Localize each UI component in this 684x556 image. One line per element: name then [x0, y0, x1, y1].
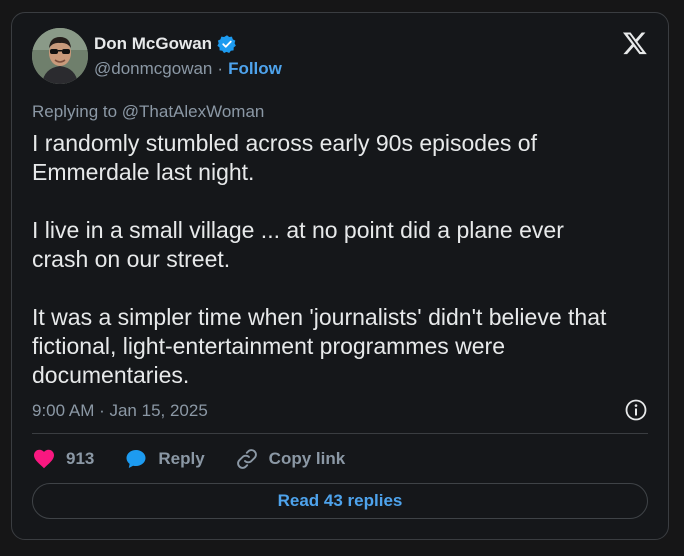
verified-badge-icon [217, 34, 237, 54]
follow-button[interactable]: Follow [228, 59, 282, 79]
action-bar: 913 Reply Copy link [32, 447, 345, 471]
read-replies-label: Read 43 replies [277, 491, 403, 510]
author-handle[interactable]: @donmcgowan [94, 59, 212, 79]
copy-link-button[interactable]: Copy link [235, 447, 346, 471]
tweet-timestamp[interactable]: 9:00 AM · Jan 15, 2025 [32, 401, 208, 421]
link-icon [236, 449, 257, 469]
tweet-body: I randomly stumbled across early 90s epi… [32, 130, 607, 388]
info-icon[interactable] [624, 398, 648, 422]
reply-label: Reply [158, 449, 205, 468]
like-button[interactable]: 913 [32, 447, 94, 471]
replying-to-label: Replying to @ThatAlexWoman [32, 102, 265, 121]
handle-separator: · [217, 59, 224, 78]
author-name[interactable]: Don McGowan [94, 34, 212, 54]
author-name-row: Don McGowan [94, 34, 237, 54]
read-replies-button[interactable]: Read 43 replies [32, 483, 648, 519]
tweet-card: Don McGowan @donmcgowan · Follow Replyin… [11, 12, 669, 540]
reply-bubble-icon [126, 450, 146, 468]
like-count: 913 [66, 449, 95, 468]
author-handle-row: @donmcgowan · Follow [94, 59, 282, 79]
heart-icon [34, 449, 54, 469]
divider [32, 433, 648, 434]
copy-link-label: Copy link [268, 449, 346, 468]
x-logo-icon[interactable] [622, 30, 648, 56]
avatar[interactable] [32, 28, 88, 84]
reply-button[interactable]: Reply [124, 447, 205, 471]
